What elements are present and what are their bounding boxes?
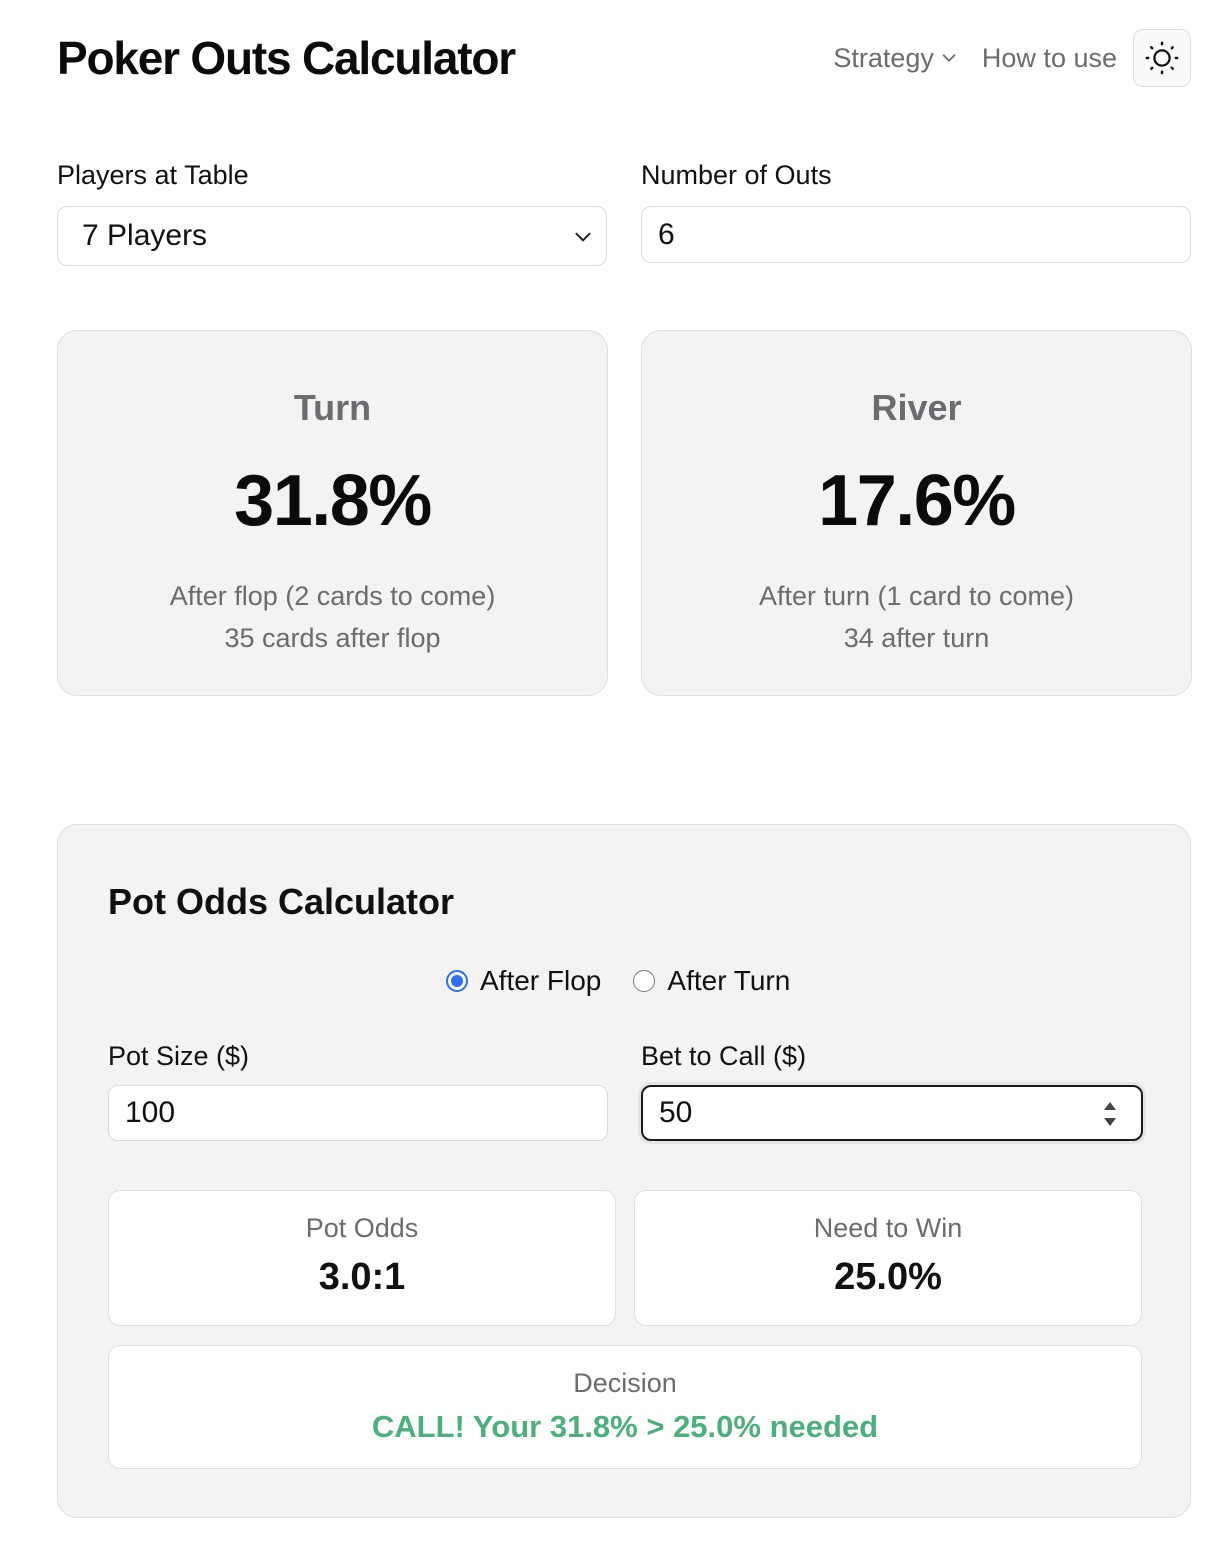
need-to-win-label: Need to Win xyxy=(813,1213,963,1243)
turn-description: After flop (2 cards to come) 35 cards af… xyxy=(58,575,607,659)
pot-odds-label: Pot Odds xyxy=(305,1213,419,1243)
strategy-menu[interactable]: Strategy xyxy=(833,43,958,74)
players-label: Players at Table xyxy=(57,160,249,190)
turn-title: Turn xyxy=(293,387,372,428)
radio-after-flop[interactable]: After Flop xyxy=(446,965,601,997)
number-spinner-icon[interactable] xyxy=(1097,1097,1123,1131)
radio-button-checked[interactable] xyxy=(446,970,468,992)
outs-input[interactable]: 6 xyxy=(641,206,1191,263)
decision-stat: Decision CALL! Your 31.8% > 25.0% needed xyxy=(108,1345,1142,1469)
chevron-down-icon xyxy=(942,54,956,62)
outs-label: Number of Outs xyxy=(641,160,832,190)
radio-button-unchecked[interactable] xyxy=(633,970,656,992)
turn-result-card: Turn 31.8% After flop (2 cards to come) … xyxy=(57,330,608,696)
turn-line-1: After flop (2 cards to come) xyxy=(169,581,496,611)
pot-size-value: 100 xyxy=(125,1096,176,1129)
bet-to-call-value: 50 xyxy=(659,1096,693,1129)
bet-to-call-input[interactable]: 50 xyxy=(641,1085,1143,1141)
decision-label: Decision xyxy=(573,1368,677,1398)
radio-after-turn-label: After Turn xyxy=(667,965,791,996)
river-line-2: 34 after turn xyxy=(843,623,990,653)
pot-odds-panel: Pot Odds Calculator After Flop After Tur… xyxy=(57,824,1191,1518)
river-result-card: River 17.6% After turn (1 card to come) … xyxy=(641,330,1192,696)
turn-percent: 31.8% xyxy=(234,461,432,541)
outs-input-value: 6 xyxy=(658,217,675,251)
pot-odds-value: 3.0:1 xyxy=(318,1256,406,1298)
pot-odds-stat: Pot Odds 3.0:1 xyxy=(108,1190,616,1326)
chevron-down-icon xyxy=(575,232,591,242)
top-nav: Strategy How to use xyxy=(833,29,1191,87)
sun-icon xyxy=(1145,41,1179,75)
river-percent: 17.6% xyxy=(818,461,1016,541)
street-radio-group: After Flop After Turn xyxy=(446,965,790,997)
river-description: After turn (1 card to come) 34 after tur… xyxy=(642,575,1191,659)
pot-odds-title: Pot Odds Calculator xyxy=(108,881,455,922)
page-title: Poker Outs Calculator xyxy=(57,32,516,84)
radio-after-turn[interactable]: After Turn xyxy=(633,965,790,997)
need-to-win-stat: Need to Win 25.0% xyxy=(634,1190,1142,1326)
need-to-win-value: 25.0% xyxy=(834,1256,942,1298)
players-select[interactable]: 7 Players xyxy=(57,206,607,266)
app-header: Poker Outs Calculator Strategy How to us… xyxy=(57,28,1191,88)
players-select-value: 7 Players xyxy=(82,219,208,252)
bet-to-call-label: Bet to Call ($) xyxy=(641,1041,807,1071)
river-line-1: After turn (1 card to come) xyxy=(758,581,1075,611)
pot-size-input[interactable]: 100 xyxy=(108,1085,608,1141)
river-title: River xyxy=(871,387,962,428)
turn-line-2: 35 cards after flop xyxy=(224,623,441,653)
pot-size-label: Pot Size ($) xyxy=(108,1041,250,1071)
how-to-use-link[interactable]: How to use xyxy=(982,43,1117,74)
theme-toggle-button[interactable] xyxy=(1133,29,1191,87)
decision-value: CALL! Your 31.8% > 25.0% needed xyxy=(371,1409,879,1444)
radio-after-flop-label: After Flop xyxy=(480,965,602,996)
strategy-menu-label: Strategy xyxy=(833,42,934,73)
